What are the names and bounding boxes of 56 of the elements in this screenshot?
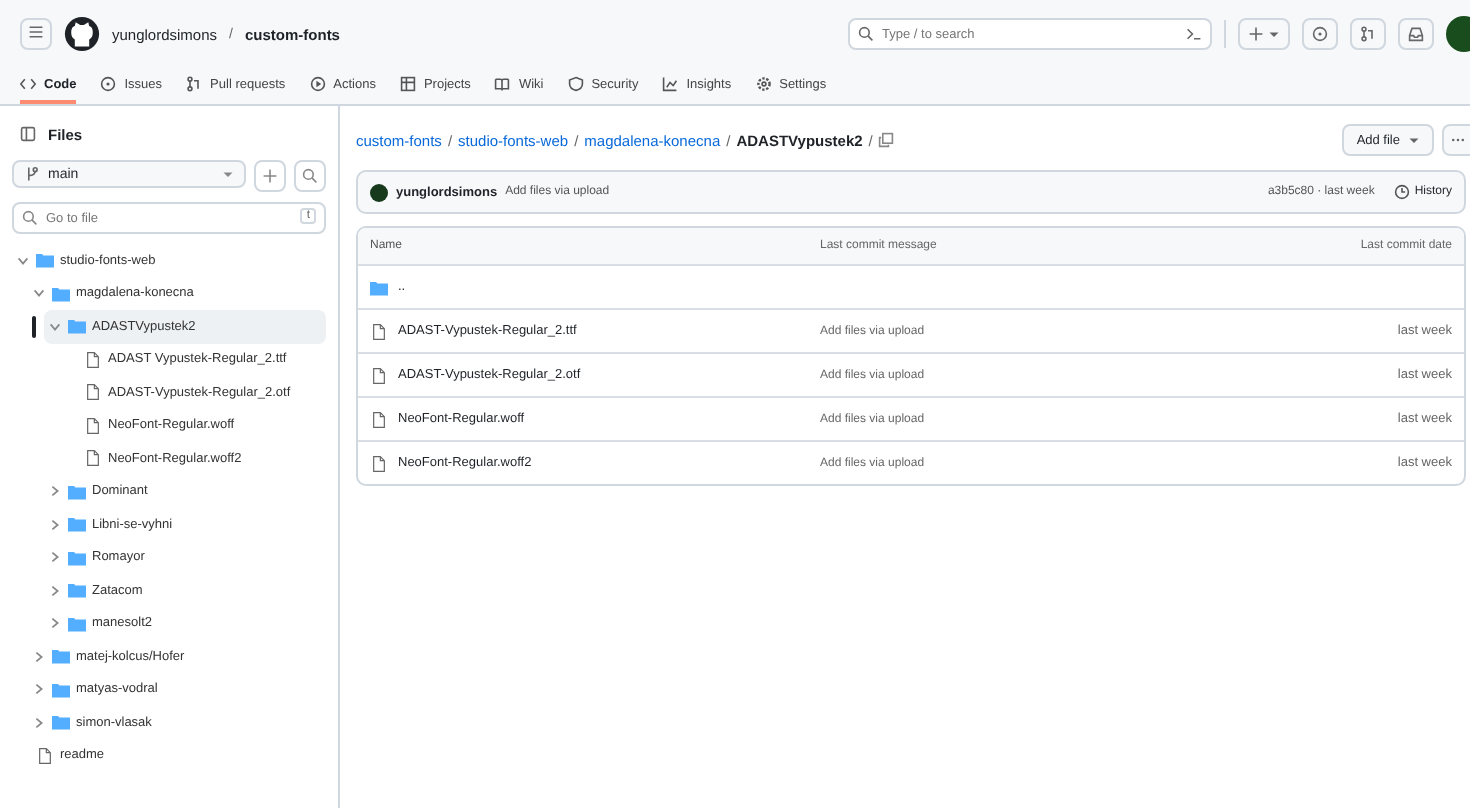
search-button[interactable]	[294, 160, 326, 192]
chevron-icon	[32, 682, 46, 697]
settings-icon	[755, 76, 772, 92]
issue-icon	[1312, 26, 1328, 42]
chevron-icon	[48, 517, 62, 532]
inbox-button[interactable]	[1398, 18, 1434, 50]
pr-icon	[1360, 26, 1376, 42]
file-icon	[36, 747, 54, 764]
file-icon	[370, 323, 388, 339]
file-icon	[370, 455, 388, 471]
chevron-icon	[48, 484, 62, 499]
caret-icon	[222, 168, 234, 180]
plus-icon	[262, 168, 278, 184]
pull-requests-button[interactable]	[1350, 18, 1386, 50]
chevron-icon	[32, 286, 46, 301]
issue-icon	[100, 76, 117, 92]
chevron-icon	[32, 715, 46, 730]
menu-button[interactable]	[20, 18, 52, 50]
search-icon	[302, 168, 318, 184]
chevron-icon	[32, 649, 46, 664]
command-palette-icon	[1186, 26, 1202, 42]
shield-icon	[567, 76, 584, 92]
menu-icon	[28, 24, 44, 40]
file-icon	[370, 411, 388, 427]
chevron-icon	[48, 550, 62, 565]
file-icon	[84, 417, 102, 434]
chevron-icon	[48, 616, 62, 631]
pr-icon	[186, 76, 203, 92]
book-icon	[494, 76, 511, 92]
folder-icon	[370, 279, 388, 295]
file-icon	[84, 351, 102, 368]
caret-icon	[1268, 28, 1280, 40]
chevron-icon	[48, 583, 62, 598]
search-icon	[858, 26, 874, 42]
plus-icon	[1248, 26, 1264, 42]
issues-button[interactable]	[1302, 18, 1338, 50]
clock-icon	[1394, 184, 1411, 200]
caret-icon	[1408, 134, 1420, 146]
file-icon	[84, 384, 102, 401]
graph-icon	[662, 76, 679, 92]
inbox-icon	[1408, 26, 1424, 42]
table-icon	[399, 76, 416, 92]
chevron-icon	[48, 319, 62, 334]
branch-icon	[24, 166, 40, 182]
file-icon	[84, 450, 102, 467]
search-icon	[22, 210, 38, 226]
octocat-logo-icon[interactable]	[64, 16, 100, 52]
create-new-button[interactable]	[1238, 18, 1290, 50]
add-file-button[interactable]	[254, 160, 286, 192]
avatar	[370, 183, 388, 201]
copy-icon[interactable]	[878, 132, 895, 148]
chevron-icon	[16, 253, 30, 268]
code-icon	[20, 76, 36, 92]
file-icon	[370, 367, 388, 383]
play-icon	[309, 76, 326, 92]
panel-icon[interactable]	[20, 126, 36, 142]
